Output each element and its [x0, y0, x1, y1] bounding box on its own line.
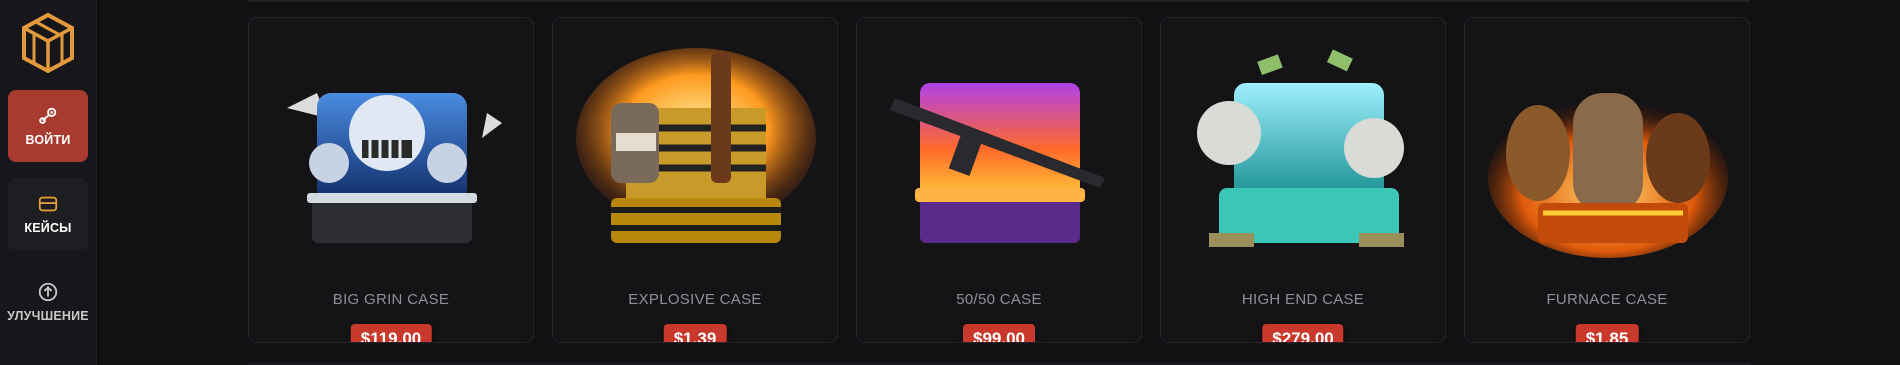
arrow-up-circle-icon: [38, 282, 58, 302]
case-card[interactable]: HIGH END CASE $279.00: [1160, 17, 1446, 343]
login-button[interactable]: ВОЙТИ: [8, 90, 88, 162]
case-image: [1488, 93, 1728, 258]
price-badge[interactable]: $1.39: [663, 324, 727, 342]
price-badge[interactable]: $119.00: [350, 324, 432, 342]
case-image: [890, 83, 1105, 243]
price-badge[interactable]: $1.85: [1575, 324, 1639, 342]
cube-logo-icon[interactable]: [20, 12, 76, 74]
case-icon: [38, 196, 58, 212]
upgrade-label: УЛУЧШЕНИЕ: [7, 309, 89, 323]
steam-icon: [39, 107, 57, 124]
case-card[interactable]: EXPLOSIVE CASE $1.39: [552, 17, 838, 343]
sidebar: ВОЙТИ КЕЙСЫ УЛУЧШЕНИЕ: [0, 0, 97, 365]
case-name: BIG GRIN CASE: [332, 291, 450, 308]
case-image: [287, 93, 502, 243]
case-card[interactable]: 50/50 CASE $99.00: [856, 17, 1142, 343]
login-label: ВОЙТИ: [25, 133, 71, 147]
price-badge[interactable]: $279.00: [1262, 324, 1344, 342]
price-badge[interactable]: $99.00: [963, 324, 1035, 342]
upgrade-button[interactable]: УЛУЧШЕНИЕ: [6, 266, 90, 338]
case-name: HIGH END CASE: [1241, 291, 1365, 308]
case-name: EXPLOSIVE CASE: [628, 291, 762, 308]
case-image: [576, 48, 816, 243]
divider: [248, 0, 1750, 2]
case-card[interactable]: FURNACE CASE $1.85: [1464, 17, 1750, 343]
case-image: [1197, 49, 1404, 247]
cases-button[interactable]: КЕЙСЫ: [8, 178, 88, 250]
cases-label: КЕЙСЫ: [24, 221, 72, 235]
case-name: FURNACE CASE: [1546, 291, 1668, 308]
case-card[interactable]: BIG GRIN CASE $119.00: [248, 17, 534, 343]
case-name: 50/50 CASE: [956, 291, 1042, 308]
